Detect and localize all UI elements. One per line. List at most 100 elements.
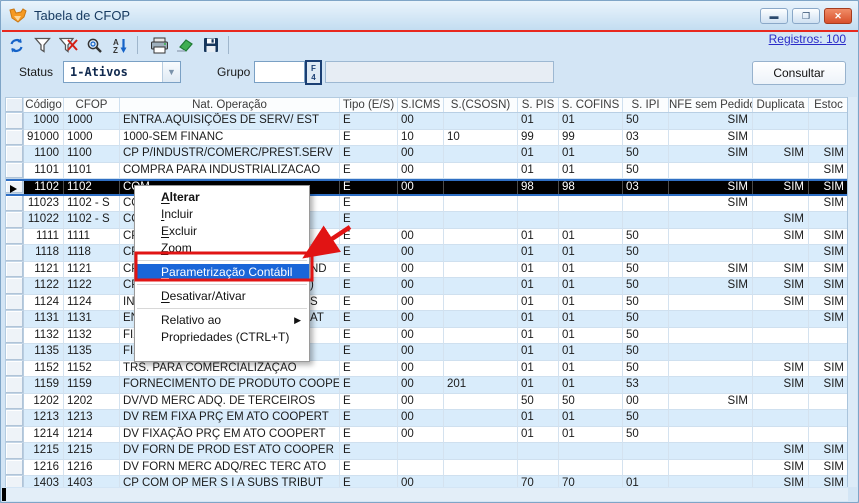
table-row[interactable]: 11111111CP/INE00010150SIMSIM <box>6 229 847 246</box>
row-selector[interactable] <box>6 278 24 295</box>
table-row[interactable]: 14031403CP COM OP MER S I A SUBS TRIBUTE… <box>6 476 847 487</box>
menu-item-excluir[interactable]: Excluir <box>135 223 309 240</box>
table-row[interactable]: 11021102COME00989803SIMSIMSIM <box>6 179 847 196</box>
cell-icms: 00 <box>398 377 444 394</box>
filter-icon[interactable] <box>31 35 53 55</box>
menu-item-zoom[interactable]: Zoom <box>135 240 309 257</box>
gutter-header[interactable] <box>6 98 24 112</box>
table-row[interactable]: 110231102 - SCOMIESIMSIM <box>6 196 847 213</box>
row-selector[interactable] <box>6 130 24 147</box>
row-selector[interactable] <box>6 460 24 477</box>
row-selector[interactable] <box>6 262 24 279</box>
cell-pis: 01 <box>518 163 559 180</box>
menu-item-parametriza-o-cont-bil[interactable]: Parametrização Contábil <box>135 264 309 281</box>
save-icon[interactable] <box>200 35 222 55</box>
column-header-codigo[interactable]: Código <box>24 98 64 112</box>
row-selector[interactable] <box>6 229 24 246</box>
table-row[interactable]: 12151215DV FORN DE PROD EST ATO COOPERES… <box>6 443 847 460</box>
column-header-cofins[interactable]: S. COFINS <box>559 98 623 112</box>
cell-ipi <box>623 460 669 477</box>
maximize-button[interactable]: ❐ <box>792 8 820 24</box>
row-selector[interactable] <box>6 212 24 229</box>
column-header-icms[interactable]: S.ICMS <box>398 98 444 112</box>
menu-item-incluir[interactable]: Incluir <box>135 206 309 223</box>
table-row[interactable]: 12021202DV/VD MERC ADQ. DE TERCEIROSE005… <box>6 394 847 411</box>
table-body: 10001000ENTRA.AQUISIÇÕES DE SERV/ ESTE00… <box>6 113 847 487</box>
table-row[interactable]: 11221122CP/IN)E00010150SIMSIMSIM <box>6 278 847 295</box>
table-row[interactable]: 11241124INDUSE00010150SIMSIM <box>6 295 847 312</box>
close-button[interactable]: ✕ <box>824 8 852 24</box>
table-row[interactable]: 11351135FIXAÇE00010150 <box>6 344 847 361</box>
horizontal-scrollbar-thumb[interactable] <box>2 488 6 501</box>
menu-item-propriedades-ctrl-t[interactable]: Propriedades (CTRL+T) <box>135 329 309 346</box>
table-row[interactable]: 10001000ENTRA.AQUISIÇÕES DE SERV/ ESTE00… <box>6 113 847 130</box>
minimize-button[interactable]: ▬ <box>760 8 788 24</box>
grupo-input[interactable] <box>254 61 305 83</box>
table-row[interactable]: 12131213DV REM FIXA PRÇ EM ATO COOPERTE0… <box>6 410 847 427</box>
menu-item-alterar[interactable]: Alterar <box>135 189 309 206</box>
row-selector[interactable] <box>6 163 24 180</box>
table-row[interactable]: 11001100CP P/INDUSTR/COMERC/PREST.SERVE0… <box>6 146 847 163</box>
row-selector[interactable] <box>6 443 24 460</box>
status-select[interactable]: 1-Ativos ▼ <box>63 61 181 83</box>
row-selector[interactable] <box>6 344 24 361</box>
table-row[interactable]: 11311131ENTFATE00010150SIM <box>6 311 847 328</box>
cell-est: SIM <box>809 196 847 213</box>
title-bar[interactable]: Tabela de CFOP ▬ ❐ ✕ <box>1 1 858 30</box>
table-row[interactable]: 110221102 - SCOMIESIM <box>6 212 847 229</box>
column-header-est[interactable]: Estoc <box>809 98 848 112</box>
table-row[interactable]: 11181118CP ME00010150SIM <box>6 245 847 262</box>
cell-pis <box>518 443 559 460</box>
table-row[interactable]: 12141214DV FIXAÇÃO PRÇ EM ATO COOPERTE00… <box>6 427 847 444</box>
column-header-nat[interactable]: Nat. Operação <box>120 98 340 112</box>
consultar-button[interactable]: Consultar <box>752 61 846 85</box>
row-selector[interactable] <box>6 394 24 411</box>
cell-csosn <box>444 311 518 328</box>
row-selector[interactable] <box>6 245 24 262</box>
column-header-ipi[interactable]: S. IPI <box>623 98 669 112</box>
row-selector[interactable] <box>6 146 24 163</box>
row-selector[interactable] <box>6 113 24 130</box>
cell-ipi: 50 <box>623 229 669 246</box>
column-header-nfe[interactable]: NFE sem Pedido <box>669 98 753 112</box>
table-row[interactable]: 11591159FORNECIMENTO DE PRODUTO COOPERE0… <box>6 377 847 394</box>
cell-est: SIM <box>809 443 847 460</box>
menu-separator <box>137 284 307 285</box>
table-row[interactable]: 9100010001000-SEM FINANCE1010999903SIM <box>6 130 847 147</box>
row-selector[interactable] <box>6 295 24 312</box>
cell-pis: 01 <box>518 295 559 312</box>
row-selector[interactable] <box>6 427 24 444</box>
table-row[interactable]: 11011101COMPRA PARA INDUSTRIALIZACAOE000… <box>6 163 847 180</box>
f4-lookup-button[interactable]: F4 <box>305 60 322 85</box>
row-selector[interactable] <box>6 476 24 487</box>
row-selector[interactable] <box>6 196 24 213</box>
row-selector[interactable] <box>6 328 24 345</box>
row-selector[interactable] <box>6 311 24 328</box>
refresh-icon[interactable] <box>5 35 27 55</box>
row-selector[interactable] <box>6 410 24 427</box>
eraser-icon[interactable] <box>174 35 196 55</box>
row-selector[interactable] <box>6 361 24 378</box>
horizontal-scrollbar[interactable] <box>5 488 848 501</box>
cell-cfop: 1102 - S <box>64 212 120 229</box>
row-selector[interactable] <box>6 181 24 194</box>
print-icon[interactable] <box>148 35 170 55</box>
registros-link[interactable]: Registros: 100 <box>769 32 846 46</box>
zoom-icon[interactable] <box>83 35 105 55</box>
menu-item-relativo-ao[interactable]: Relativo ao▶ <box>135 312 309 329</box>
vertical-scrollbar[interactable] <box>847 97 857 487</box>
column-header-pis[interactable]: S. PIS <box>518 98 559 112</box>
menu-item-desativar-ativar[interactable]: Desativar/Ativar <box>135 288 309 305</box>
table-row[interactable]: 12161216DV FORN MERC ADQ/REC TERC ATOESI… <box>6 460 847 477</box>
sort-icon[interactable]: AZ <box>109 35 131 55</box>
column-header-csosn[interactable]: S.(CSOSN) <box>444 98 518 112</box>
column-header-cfop[interactable]: CFOP <box>64 98 120 112</box>
cell-cofins: 50 <box>559 394 623 411</box>
table-row[interactable]: 11521152TRS. PARA COMERCIALIZAÇÃOE000101… <box>6 361 847 378</box>
column-header-dup[interactable]: Duplicata <box>753 98 809 112</box>
clear-filter-icon[interactable] <box>57 35 79 55</box>
table-row[interactable]: 11321132FIXAÇE00010150 <box>6 328 847 345</box>
row-selector[interactable] <box>6 377 24 394</box>
table-row[interactable]: 11211121CP/CNDE00010150SIMSIMSIM <box>6 262 847 279</box>
column-header-tipo[interactable]: Tipo (E/S) <box>340 98 398 112</box>
